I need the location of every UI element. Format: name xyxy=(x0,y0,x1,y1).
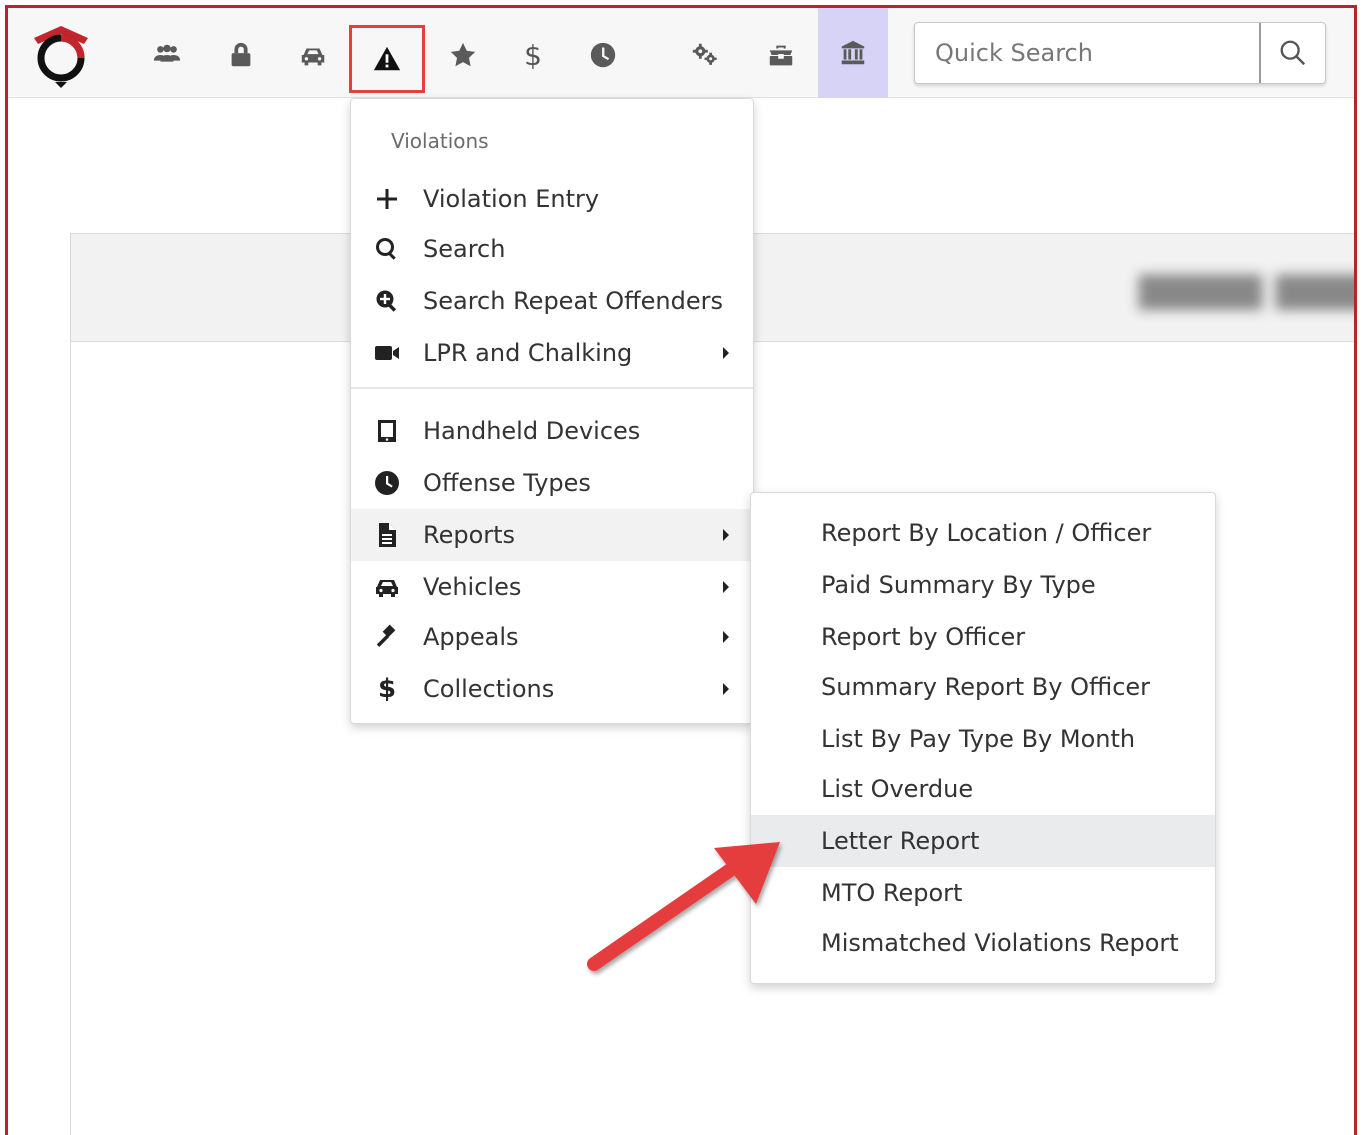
search-icon xyxy=(1280,40,1306,66)
chevron-right-icon xyxy=(723,581,729,593)
app-frame: $ ▆▆▆▆ ▆▆▆▆ Violations Violation xyxy=(5,5,1357,1135)
clock-icon xyxy=(351,470,423,496)
gavel-icon xyxy=(351,624,423,650)
menu-item-reports[interactable]: Reports xyxy=(351,509,753,561)
lock-icon[interactable] xyxy=(214,28,268,82)
menu-item-violation-entry[interactable]: Violation Entry xyxy=(351,173,753,225)
toolbox-icon[interactable] xyxy=(754,28,808,82)
submenu-item-report-by-location-officer[interactable]: Report By Location / Officer xyxy=(751,507,1215,559)
blurred-page-title: ▆▆▆▆ ▆▆▆▆ xyxy=(1138,264,1354,310)
search-icon xyxy=(351,236,423,262)
submenu-item-list-overdue[interactable]: List Overdue xyxy=(751,763,1215,815)
top-navbar: $ xyxy=(8,8,1354,98)
menu-item-search[interactable]: Search xyxy=(351,223,753,275)
plus-icon xyxy=(351,186,423,212)
menu-header: Violations xyxy=(391,129,489,153)
chevron-right-icon xyxy=(723,631,729,643)
reports-submenu: Report By Location / Officer Paid Summar… xyxy=(750,492,1216,984)
clock-icon[interactable] xyxy=(576,28,630,82)
submenu-item-letter-report[interactable]: Letter Report xyxy=(751,815,1215,867)
menu-item-search-repeat-offenders[interactable]: Search Repeat Offenders xyxy=(351,275,753,327)
quick-search xyxy=(914,22,1326,84)
submenu-item-paid-summary-by-type[interactable]: Paid Summary By Type xyxy=(751,559,1215,611)
logo-icon[interactable] xyxy=(28,22,94,88)
menu-divider xyxy=(351,387,753,389)
menu-item-handheld-devices[interactable]: Handheld Devices xyxy=(351,405,753,457)
submenu-item-report-by-officer[interactable]: Report by Officer xyxy=(751,611,1215,663)
building-icon[interactable] xyxy=(818,8,888,98)
tablet-icon xyxy=(351,418,423,444)
menu-item-offense-types[interactable]: Offense Types xyxy=(351,457,753,509)
warning-icon[interactable] xyxy=(349,25,425,93)
chevron-right-icon xyxy=(723,529,729,541)
video-camera-icon xyxy=(351,340,423,366)
star-icon[interactable] xyxy=(436,28,490,82)
dollar-icon[interactable]: $ xyxy=(506,28,560,82)
submenu-item-list-by-pay-type-by-month[interactable]: List By Pay Type By Month xyxy=(751,713,1215,765)
search-input[interactable] xyxy=(915,23,1259,83)
chevron-right-icon xyxy=(723,347,729,359)
car-icon[interactable] xyxy=(286,28,340,82)
dollar-icon: $ xyxy=(377,674,397,704)
submenu-item-mismatched-violations-report[interactable]: Mismatched Violations Report xyxy=(751,917,1215,969)
violations-menu: Violations Violation Entry Search Search… xyxy=(350,98,754,724)
menu-item-appeals[interactable]: Appeals xyxy=(351,611,753,663)
chevron-right-icon xyxy=(723,683,729,695)
submenu-item-mto-report[interactable]: MTO Report xyxy=(751,867,1215,919)
menu-item-lpr-and-chalking[interactable]: LPR and Chalking xyxy=(351,327,753,379)
file-icon xyxy=(351,522,423,548)
menu-item-vehicles[interactable]: Vehicles xyxy=(351,561,753,613)
search-plus-icon xyxy=(351,288,423,314)
users-icon[interactable] xyxy=(140,28,194,82)
submenu-item-summary-report-by-officer[interactable]: Summary Report By Officer xyxy=(751,661,1215,713)
search-button[interactable] xyxy=(1259,23,1325,83)
car-icon xyxy=(351,574,423,600)
gears-icon[interactable] xyxy=(678,28,732,82)
menu-item-collections[interactable]: $ Collections xyxy=(351,663,753,715)
